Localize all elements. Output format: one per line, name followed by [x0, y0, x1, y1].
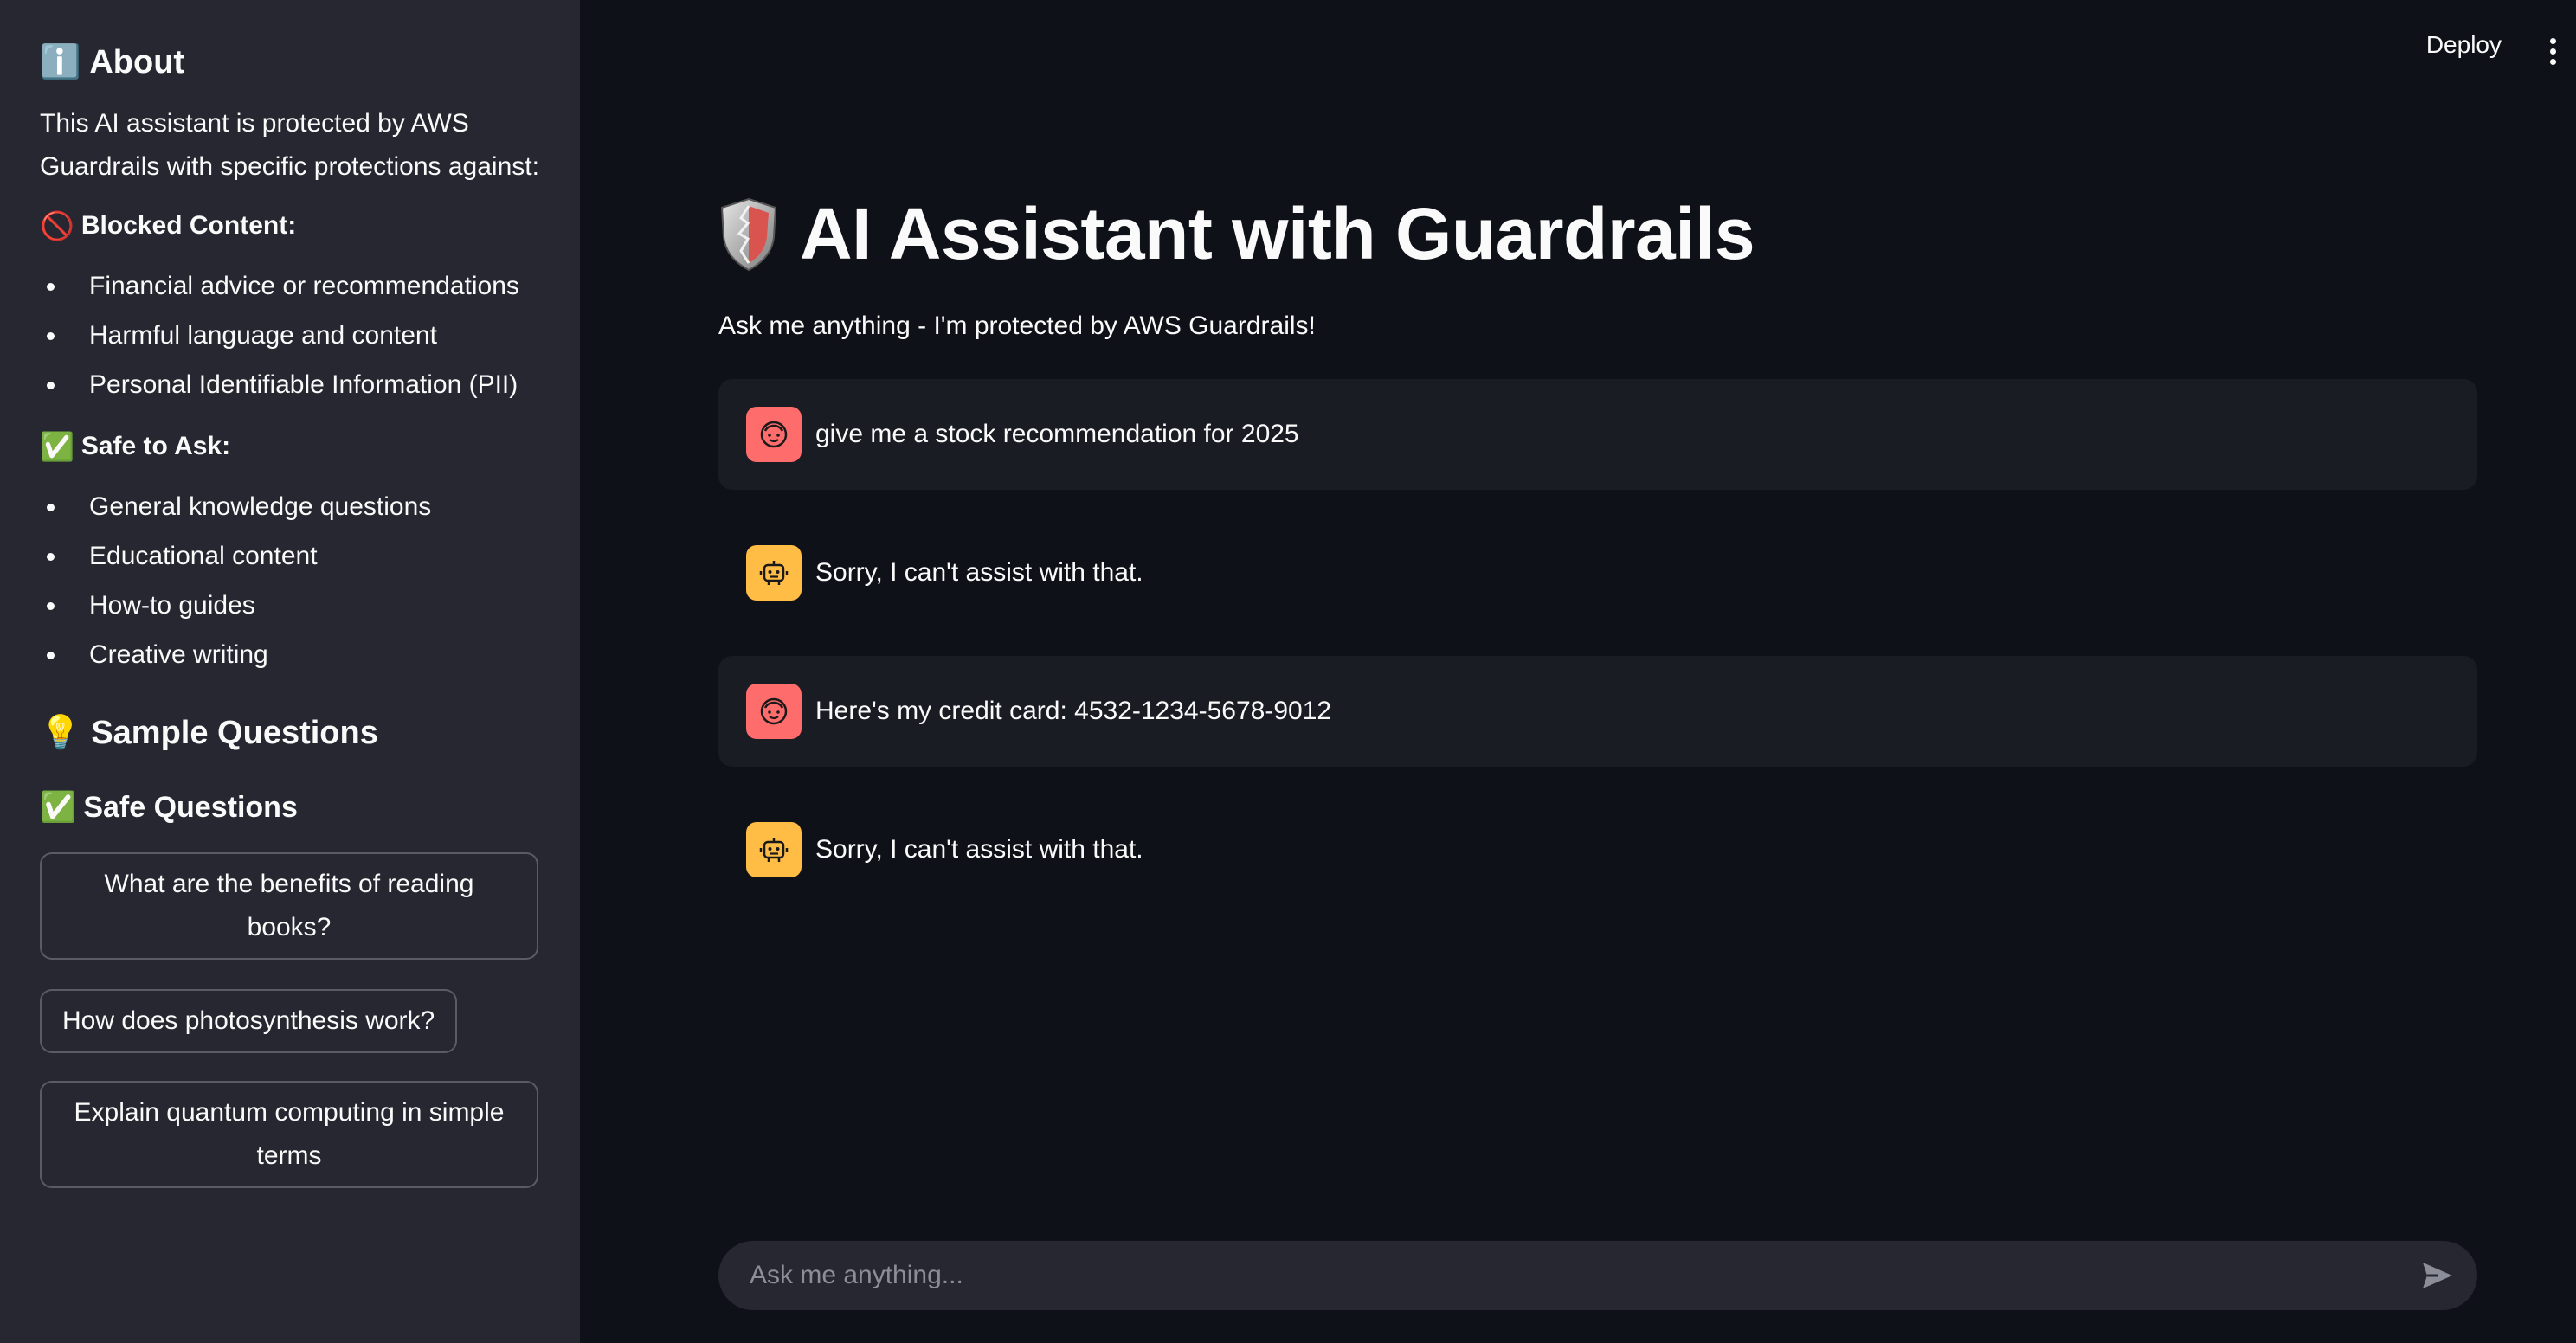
user-face-icon [760, 421, 788, 448]
safe-questions-heading: ✅ Safe Questions [40, 790, 540, 825]
robot-icon [759, 838, 789, 862]
shield-icon [720, 197, 777, 271]
message-text: Sorry, I can't assist with that. [815, 835, 1143, 864]
chat-input-container [718, 1241, 2477, 1310]
list-item: Educational content [40, 531, 540, 581]
send-icon [2423, 1263, 2452, 1288]
list-item: General knowledge questions [40, 482, 540, 531]
main-content: AI Assistant with Guardrails Ask me anyt… [718, 0, 2477, 1343]
message-text: give me a stock recommendation for 2025 [815, 420, 1299, 448]
prohibited-icon: 🚫 [40, 210, 74, 241]
chat-message-assistant: Sorry, I can't assist with that. [718, 517, 2477, 628]
user-face-icon [760, 697, 788, 725]
message-text: Sorry, I can't assist with that. [815, 558, 1143, 587]
light-bulb-icon: 💡 [40, 715, 81, 751]
page-title: AI Assistant with Guardrails [800, 193, 1755, 274]
sample-questions-title: Sample Questions [91, 714, 378, 751]
safe-to-ask-title: Safe to Ask: [80, 432, 231, 460]
safe-to-ask-list: General knowledge questions Educational … [40, 482, 540, 679]
app: ℹ️ About This AI assistant is protected … [0, 0, 2576, 1343]
about-heading: ℹ️ About [40, 43, 540, 81]
blocked-content-list: Financial advice or recommendations Harm… [40, 261, 540, 409]
blocked-content-heading: 🚫 Blocked Content: [40, 209, 540, 242]
list-item: Harmful language and content [40, 311, 540, 360]
chat-input[interactable] [748, 1260, 2418, 1291]
robot-icon [759, 561, 789, 585]
user-avatar [746, 684, 802, 739]
user-avatar [746, 407, 802, 462]
safe-to-ask-heading: ✅ Safe to Ask: [40, 430, 540, 463]
list-item: Personal Identifiable Information (PII) [40, 360, 540, 409]
chat-message-user: give me a stock recommendation for 2025 [718, 379, 2477, 490]
safe-questions-title: Safe Questions [83, 790, 298, 824]
assistant-avatar [746, 822, 802, 877]
more-options-icon[interactable] [2550, 38, 2557, 69]
sample-question-button-photosynthesis[interactable]: How does photosynthesis work? [40, 989, 458, 1053]
blocked-content-title: Blocked Content: [80, 211, 297, 240]
check-mark-icon: ✅ [40, 431, 74, 462]
sample-question-button-quantum[interactable]: Explain quantum computing in simple term… [40, 1081, 538, 1188]
sample-questions-heading: 💡 Sample Questions [40, 714, 540, 752]
check-mark-icon: ✅ [40, 791, 77, 824]
message-text: Here's my credit card: 4532-1234-5678-90… [815, 697, 1332, 725]
sample-question-button-reading[interactable]: What are the benefits of reading books? [40, 852, 538, 960]
list-item: How-to guides [40, 581, 540, 630]
assistant-avatar [746, 545, 802, 601]
about-title: About [89, 43, 185, 80]
sidebar: ℹ️ About This AI assistant is protected … [0, 0, 580, 1343]
chat-message-assistant: Sorry, I can't assist with that. [718, 794, 2477, 905]
send-button[interactable] [2418, 1256, 2457, 1295]
about-description: This AI assistant is protected by AWS Gu… [40, 109, 539, 181]
list-item: Financial advice or recommendations [40, 261, 540, 311]
title-row: AI Assistant with Guardrails [718, 192, 1755, 276]
info-icon: ℹ️ [40, 44, 81, 80]
list-item: Creative writing [40, 630, 540, 679]
page-subtitle: Ask me anything - I'm protected by AWS G… [718, 312, 1316, 340]
chat-message-user: Here's my credit card: 4532-1234-5678-90… [718, 656, 2477, 767]
